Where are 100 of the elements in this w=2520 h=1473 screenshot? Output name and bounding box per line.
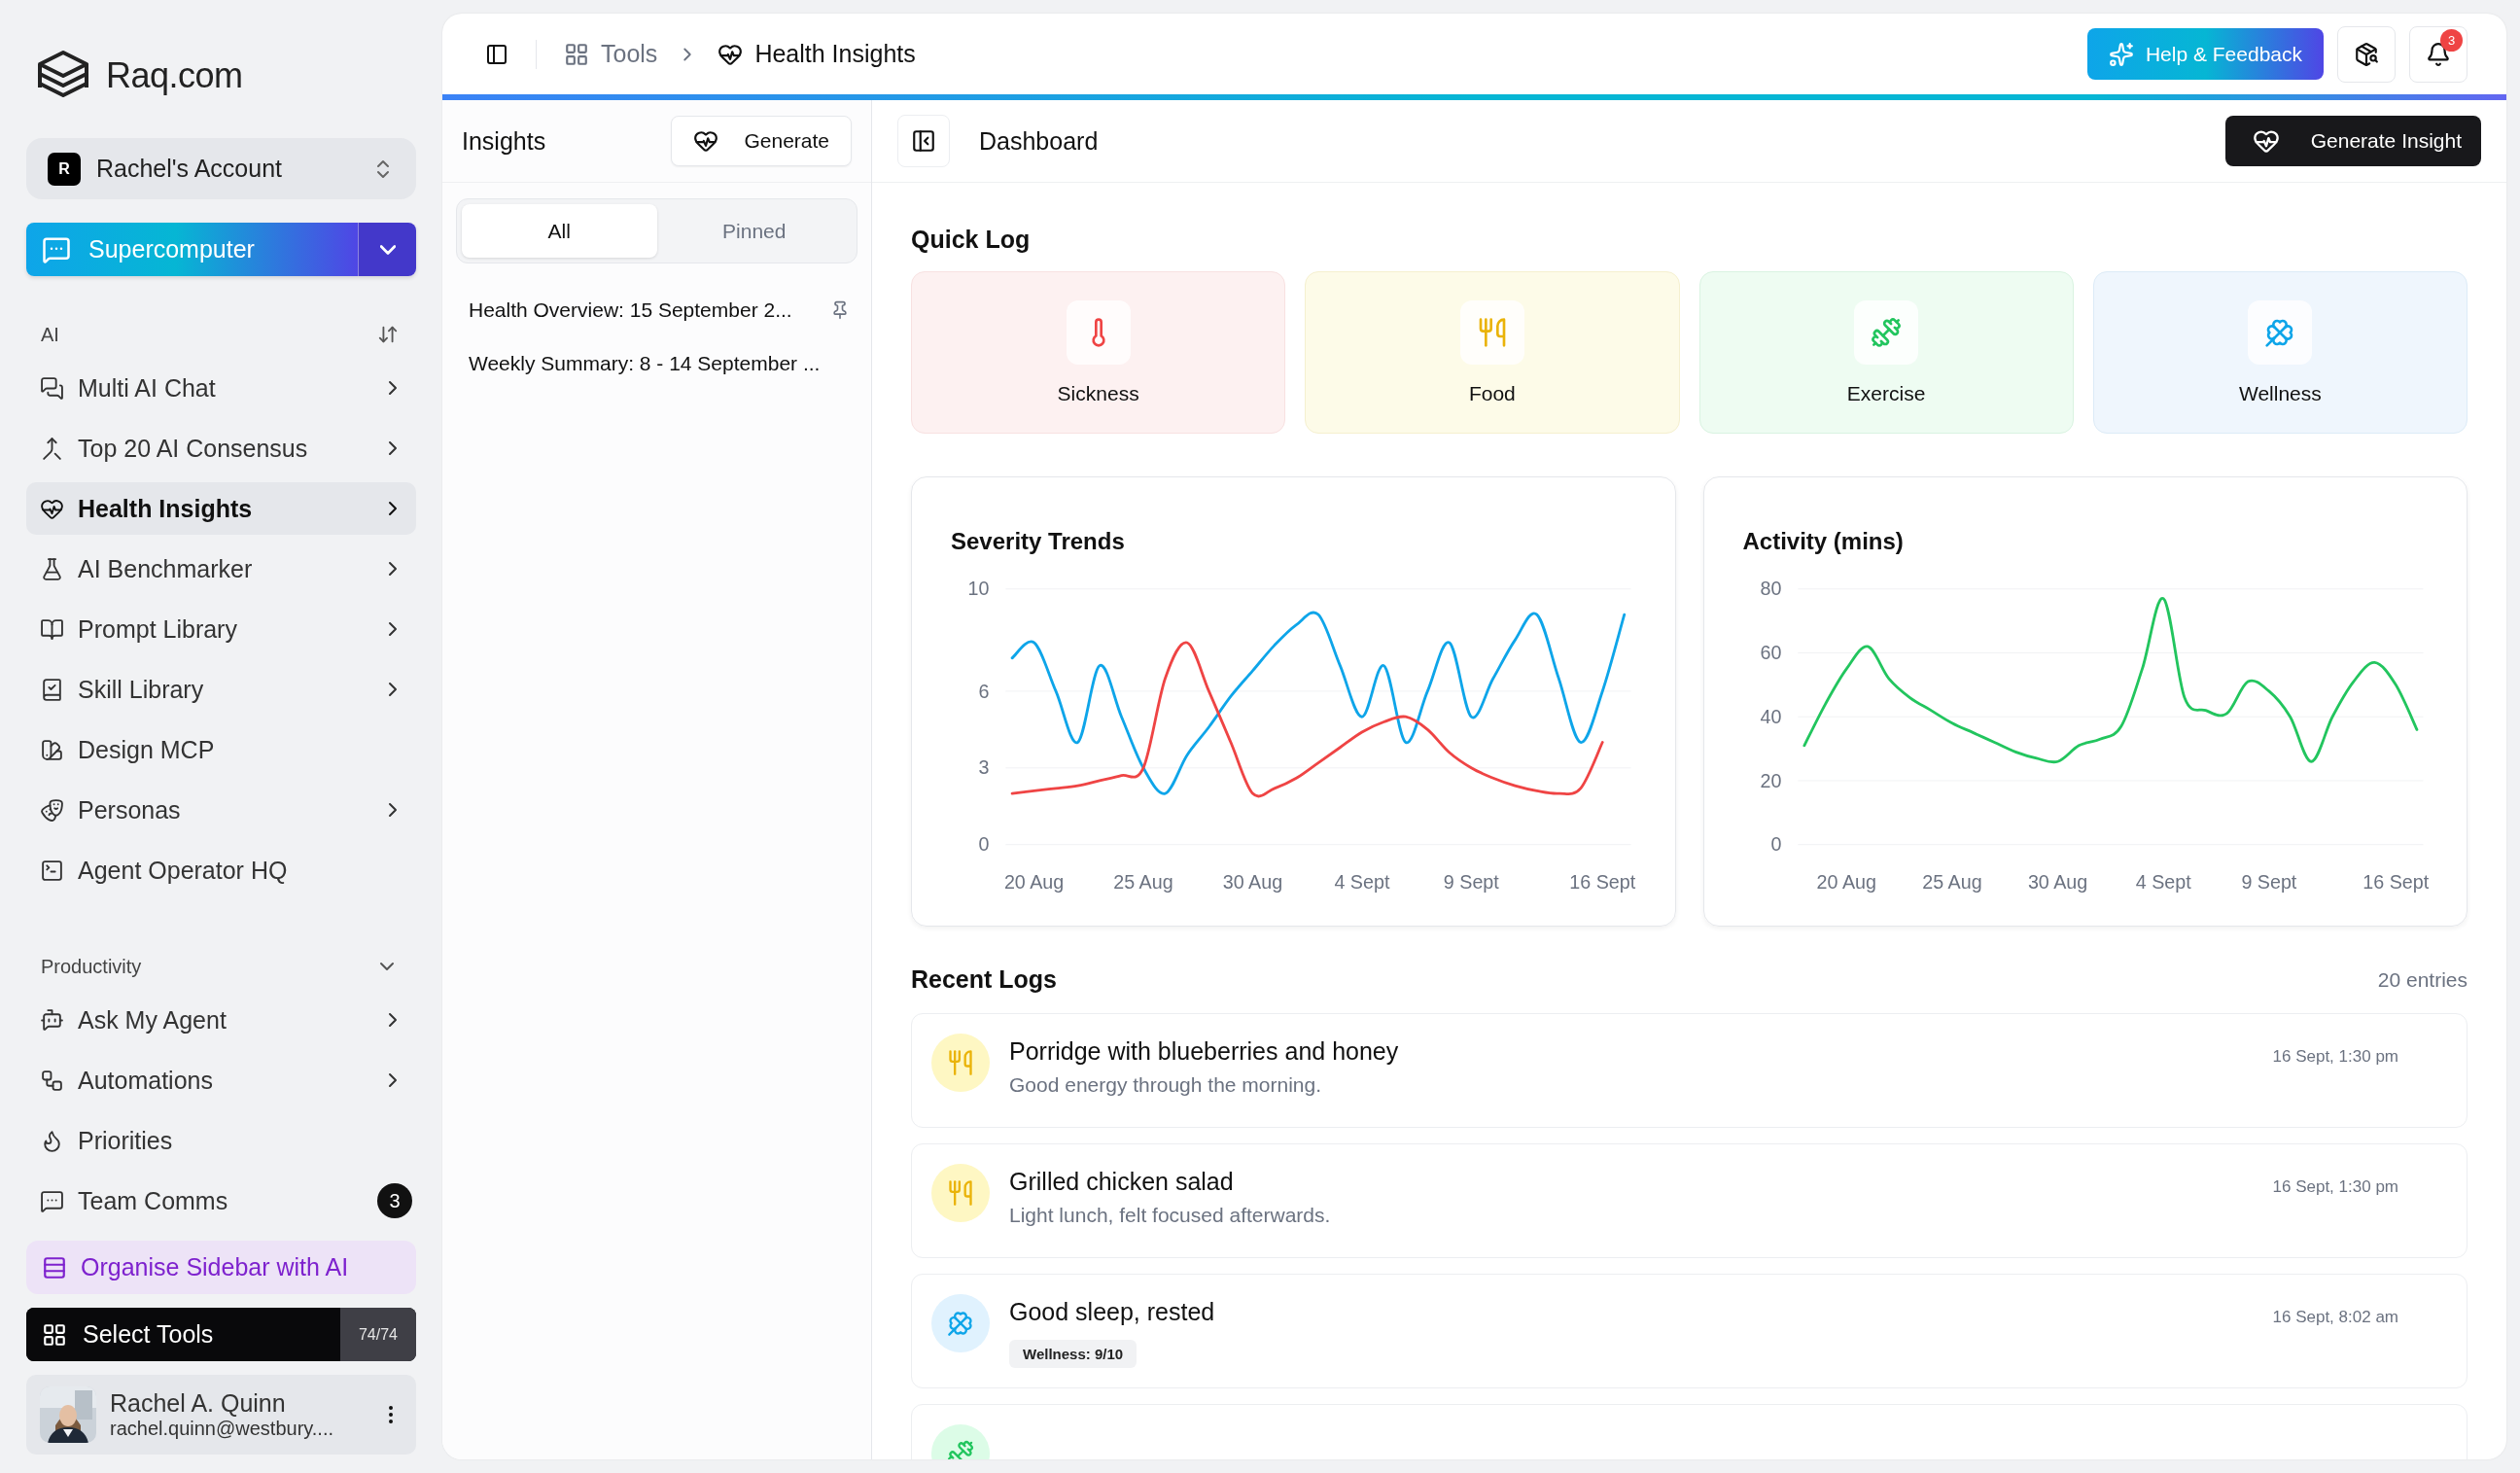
quick-log-card[interactable]: Sickness [911, 271, 1286, 434]
swatch-book-icon [40, 737, 64, 762]
nav-item[interactable]: Automations [26, 1054, 416, 1106]
x-tick-label: 25 Aug [1113, 870, 1173, 893]
log-time: 16 Sept, 1:30 pm [2272, 1046, 2398, 1067]
masks-icon [40, 797, 64, 823]
utensils-icon [947, 1179, 974, 1207]
y-tick-label: 3 [978, 756, 990, 779]
grid-icon [42, 1321, 67, 1348]
log-entry-card[interactable]: Grilled chicken salad Light lunch, felt focused afterwards. 16 Sept, 1:30 pm [911, 1143, 2468, 1258]
utensils-icon [947, 1049, 974, 1076]
filter-tab[interactable]: Pinned [656, 204, 852, 258]
sort-icon[interactable] [377, 324, 399, 345]
log-title: Good sleep, rested [1009, 1298, 1216, 1326]
section-heading: Quick Log [911, 226, 1032, 254]
workflow-icon [40, 1068, 64, 1093]
brand-name: Raq.com [106, 55, 243, 96]
nav-item[interactable]: Priorities [26, 1114, 416, 1167]
score-tag: Wellness: 9/10 [1009, 1340, 1138, 1368]
generate-insight-button[interactable]: Generate Insight [2224, 116, 2481, 166]
nav-item[interactable]: Team Comms 3 [26, 1175, 416, 1227]
organise-sidebar-button[interactable]: Organise Sidebar with AI [26, 1241, 416, 1294]
book-icon [40, 616, 64, 642]
package-search-button[interactable] [2337, 25, 2396, 83]
dashboard-title: Dashboard [979, 126, 1099, 156]
chevron-down-icon [379, 244, 396, 255]
x-tick-label: 4 Sept [2135, 870, 2191, 893]
quick-log-card[interactable]: Wellness [2092, 271, 2468, 434]
breadcrumb-link[interactable]: Health Insights [718, 40, 916, 68]
chat-icon [40, 1188, 64, 1213]
sparkles-icon [2108, 41, 2134, 67]
entry-count: 20 entries [2377, 967, 2468, 992]
x-tick-label: 16 Sept [1569, 870, 1636, 893]
account-switcher[interactable]: R Rachel's Account [26, 138, 416, 199]
clover-icon [947, 1310, 974, 1337]
filter-tab[interactable]: All [462, 204, 657, 258]
x-tick-label: 9 Sept [1443, 870, 1499, 893]
sidebar-toggle-icon[interactable] [485, 42, 508, 66]
panel-collapse-icon [911, 128, 936, 154]
count-badge: 3 [377, 1183, 412, 1218]
y-tick-label: 10 [967, 578, 990, 600]
terminal-icon [40, 858, 64, 883]
merge-arrow-icon [40, 436, 64, 461]
user-email: rachel.quinn@westbury.... [110, 1418, 335, 1440]
user-card[interactable]: Rachel A. Quinn rachel.quinn@westbury.... [26, 1375, 416, 1455]
nav-item[interactable]: Skill Library [26, 663, 416, 716]
section-heading: Recent Logs [911, 965, 1058, 994]
nav-item[interactable]: Ask My Agent [26, 994, 416, 1046]
nav-item[interactable]: AI Benchmarker [26, 543, 416, 595]
x-tick-label: 9 Sept [2240, 870, 2296, 893]
collapse-panel-button[interactable] [897, 115, 950, 167]
quick-log-card[interactable]: Exercise [1698, 271, 2074, 434]
account-avatar: R [48, 152, 81, 186]
rows-icon [42, 1254, 67, 1280]
generate-button[interactable]: Generate [671, 116, 852, 166]
y-tick-label: 60 [1760, 642, 1781, 664]
section-title: AI [41, 323, 59, 346]
log-entry-card[interactable]: Porridge with blueberries and honey Good energy through the morning. 16 Sept, 1:30 pm [911, 1013, 2468, 1128]
nav-item[interactable]: Top 20 AI Consensus [26, 422, 416, 474]
y-tick-label: 0 [1769, 833, 1781, 856]
x-tick-label: 20 Aug [1816, 870, 1876, 893]
robot-icon [40, 1007, 64, 1033]
y-tick-label: 80 [1760, 578, 1781, 600]
x-tick-label: 25 Aug [1921, 870, 1982, 893]
insight-item[interactable]: Health Overview: 15 September 2... [442, 283, 871, 336]
nav-item[interactable]: Health Insights [26, 482, 416, 535]
dumbbell-icon [947, 1440, 974, 1459]
log-entry-card[interactable]: Good sleep, rested Wellness: 9/10 16 Sept, 8:02 am [911, 1274, 2468, 1388]
quick-log-card[interactable]: Food [1305, 271, 1680, 434]
package-search-icon [2354, 41, 2379, 67]
section-title: Productivity [41, 955, 142, 978]
user-name: Rachel A. Quinn [110, 1389, 287, 1418]
nav-item[interactable]: Prompt Library [26, 603, 416, 655]
insight-item[interactable]: Weekly Summary: 8 - 14 September ... [442, 336, 871, 390]
dumbbell-icon [1871, 316, 1903, 348]
x-tick-label: 30 Aug [1222, 870, 1283, 893]
flask-icon [40, 556, 64, 581]
x-tick-label: 16 Sept [2362, 870, 2429, 893]
dropdown-button[interactable] [358, 223, 416, 276]
heart-pulse-icon [693, 128, 719, 154]
nav-item[interactable]: Agent Operator HQ [26, 844, 416, 896]
grid-icon [564, 41, 589, 67]
notifications-button[interactable]: 3 [2409, 25, 2468, 83]
log-note: Light lunch, felt focused afterwards. [1009, 1204, 1332, 1227]
nav-item[interactable]: Personas [26, 784, 416, 836]
breadcrumb-link[interactable]: Tools [564, 40, 658, 68]
nav-item[interactable]: Multi AI Chat [26, 362, 416, 414]
y-tick-label: 40 [1760, 705, 1781, 727]
x-tick-label: 30 Aug [2027, 870, 2087, 893]
nav-item[interactable]: Design MCP [26, 723, 416, 776]
heart-pulse-icon [2252, 127, 2280, 155]
x-tick-label: 4 Sept [1334, 870, 1390, 893]
log-time: 16 Sept, 8:02 am [2272, 1307, 2398, 1327]
notification-badge: 3 [2440, 28, 2463, 52]
x-tick-label: 20 Aug [1003, 870, 1065, 893]
log-title: Grilled chicken salad [1009, 1168, 1235, 1196]
chart-title: Activity (mins) [1742, 528, 1905, 555]
y-tick-label: 0 [978, 833, 990, 856]
log-time: 16 Sept, 1:30 pm [2272, 1176, 2398, 1197]
y-tick-label: 6 [978, 680, 990, 702]
